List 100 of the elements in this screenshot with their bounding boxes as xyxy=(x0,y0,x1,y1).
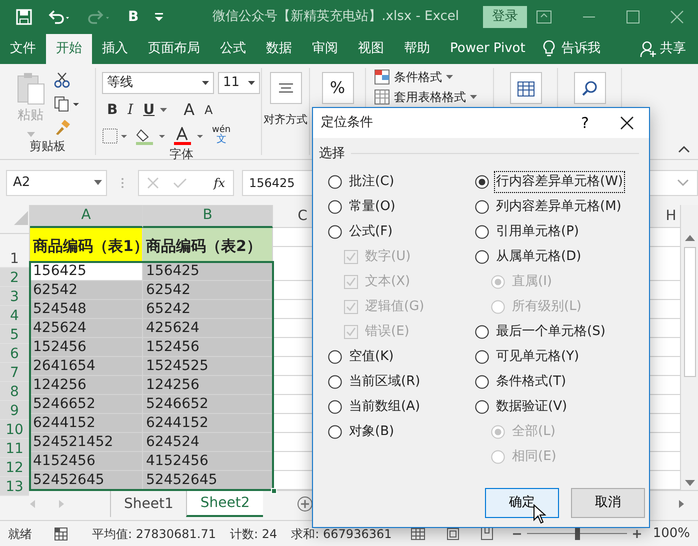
option-label[interactable]: 当前数组(A) xyxy=(348,397,422,417)
radio-button[interactable] xyxy=(475,225,489,239)
radio-button[interactable] xyxy=(475,325,489,339)
save-icon[interactable] xyxy=(16,9,32,25)
font-color-icon[interactable] xyxy=(174,126,204,144)
ribbon-tab[interactable]: Power Pivot xyxy=(440,34,536,64)
radio-button[interactable] xyxy=(475,350,489,364)
macro-recording-icon[interactable] xyxy=(54,526,68,540)
share-button[interactable]: 共享 xyxy=(660,39,686,59)
copy-icon[interactable] xyxy=(54,96,80,112)
bold-button[interactable]: B xyxy=(128,6,139,28)
option-label[interactable]: 可见单元格(Y) xyxy=(495,347,580,367)
option-label[interactable]: 数据验证(V) xyxy=(495,397,568,417)
ribbon-tab[interactable]: 插入 xyxy=(92,34,138,64)
table-cell: 4152456 xyxy=(30,452,143,471)
maximize-icon[interactable] xyxy=(626,10,640,24)
login-button[interactable]: 登录 xyxy=(482,6,527,28)
paintbrush-icon[interactable] xyxy=(54,120,70,136)
option-label[interactable]: 对象(B) xyxy=(348,422,396,442)
ribbon-tab[interactable]: 页面布局 xyxy=(138,34,210,64)
ribbon-tab[interactable]: 数据 xyxy=(256,34,302,64)
font-size-field[interactable]: 11 xyxy=(218,72,260,94)
radio-button[interactable] xyxy=(475,375,489,389)
option-label[interactable]: 当前区域(R) xyxy=(348,372,422,392)
radio-button[interactable] xyxy=(328,200,342,214)
cancel-button[interactable]: 取消 xyxy=(571,488,645,518)
scissors-icon[interactable] xyxy=(54,72,70,88)
option-label[interactable]: 行内容差异单元格(W) xyxy=(495,172,624,192)
zoom-level[interactable]: 100% xyxy=(652,524,690,544)
number-format-button[interactable]: % xyxy=(322,72,354,104)
sheet-tab[interactable]: Sheet2 xyxy=(186,491,263,517)
ribbon-tab[interactable]: 开始 xyxy=(46,34,92,64)
scrollbar-thumb[interactable] xyxy=(684,247,696,377)
option-label[interactable]: 公式(F) xyxy=(348,222,394,242)
alignment-button[interactable] xyxy=(270,72,302,104)
ribbon-tab[interactable]: 公式 xyxy=(210,34,256,64)
ribbon-tab[interactable]: 文件 xyxy=(0,34,46,64)
zoom-slider-thumb[interactable] xyxy=(574,528,580,540)
option-label[interactable]: 最后一个单元格(S) xyxy=(495,322,606,342)
shrink-font-button[interactable]: A xyxy=(200,101,218,119)
scroll-down-icon[interactable] xyxy=(684,480,694,486)
radio-button[interactable] xyxy=(328,425,342,439)
ribbon-tab[interactable]: 帮助 xyxy=(394,34,440,64)
scroll-right-icon[interactable] xyxy=(679,500,684,508)
conditional-formatting-button[interactable]: 条件格式 xyxy=(394,68,442,86)
radio-button[interactable] xyxy=(328,175,342,189)
normal-view-icon[interactable] xyxy=(410,528,425,540)
zoom-in-icon[interactable] xyxy=(632,530,641,538)
borders-icon[interactable] xyxy=(102,128,128,144)
insert-function-button[interactable]: fx xyxy=(214,174,225,192)
radio-button[interactable] xyxy=(475,250,489,264)
editing-button[interactable] xyxy=(574,72,606,104)
person-add-icon[interactable] xyxy=(640,40,656,58)
bold-button[interactable]: B xyxy=(102,100,123,120)
radio-button[interactable] xyxy=(328,350,342,364)
table-format-icon[interactable] xyxy=(374,89,390,105)
add-sheet-icon[interactable] xyxy=(296,496,313,512)
dropdown-caret-icon[interactable] xyxy=(160,108,167,112)
option-label[interactable]: 引用单元格(P) xyxy=(495,222,580,242)
option-label[interactable]: 空值(K) xyxy=(348,347,395,367)
option-label[interactable]: 批注(C) xyxy=(348,172,396,192)
font-name-field[interactable]: 等线 xyxy=(102,72,214,94)
collapse-ribbon-icon[interactable] xyxy=(678,145,690,153)
ribbon-tab[interactable]: 审阅 xyxy=(302,34,348,64)
grow-font-button[interactable]: A xyxy=(178,98,200,122)
dropdown-caret-icon[interactable] xyxy=(446,75,453,79)
radio-button[interactable] xyxy=(328,400,342,414)
conditional-format-icon[interactable] xyxy=(374,69,390,85)
help-button[interactable]: ? xyxy=(565,110,605,136)
option-label[interactable]: 列内容差异单元格(M) xyxy=(495,197,622,217)
lightbulb-icon[interactable] xyxy=(543,40,556,58)
radio-button[interactable] xyxy=(475,400,489,414)
option-label[interactable]: 条件格式(T) xyxy=(495,372,568,392)
dropdown-caret-icon[interactable] xyxy=(248,81,255,85)
tell-me-text[interactable]: 告诉我 xyxy=(561,39,600,59)
underline-button[interactable]: U xyxy=(138,100,160,120)
dropdown-caret-icon[interactable] xyxy=(202,81,209,85)
phonetic-guide-button[interactable]: wén 文 xyxy=(212,126,231,145)
fill-handle[interactable] xyxy=(271,488,277,494)
undo-icon[interactable] xyxy=(48,9,72,25)
cells-button[interactable] xyxy=(510,72,542,104)
radio-button[interactable] xyxy=(475,200,489,214)
ribbon-tab[interactable]: 视图 xyxy=(348,34,394,64)
fill-color-icon[interactable] xyxy=(136,126,166,144)
italic-button[interactable]: I xyxy=(122,100,138,120)
page-break-icon[interactable] xyxy=(480,528,493,540)
name-box[interactable]: A2 xyxy=(6,170,107,196)
radio-button[interactable] xyxy=(328,375,342,389)
page-layout-icon[interactable] xyxy=(446,528,459,540)
radio-button[interactable] xyxy=(475,175,489,189)
format-as-table-button[interactable]: 套用表格格式 xyxy=(394,88,466,106)
radio-button[interactable] xyxy=(328,225,342,239)
ribbon-display-options-icon[interactable] xyxy=(536,10,552,24)
option-label[interactable]: 常量(O) xyxy=(348,197,396,217)
customize-toolbar-icon[interactable] xyxy=(154,12,163,22)
ok-button[interactable]: 确定 xyxy=(485,488,559,518)
option-label[interactable]: 从属单元格(D) xyxy=(495,247,582,267)
dropdown-caret-icon[interactable] xyxy=(470,95,477,99)
scroll-up-icon[interactable] xyxy=(684,235,694,241)
close-icon[interactable] xyxy=(670,10,684,24)
